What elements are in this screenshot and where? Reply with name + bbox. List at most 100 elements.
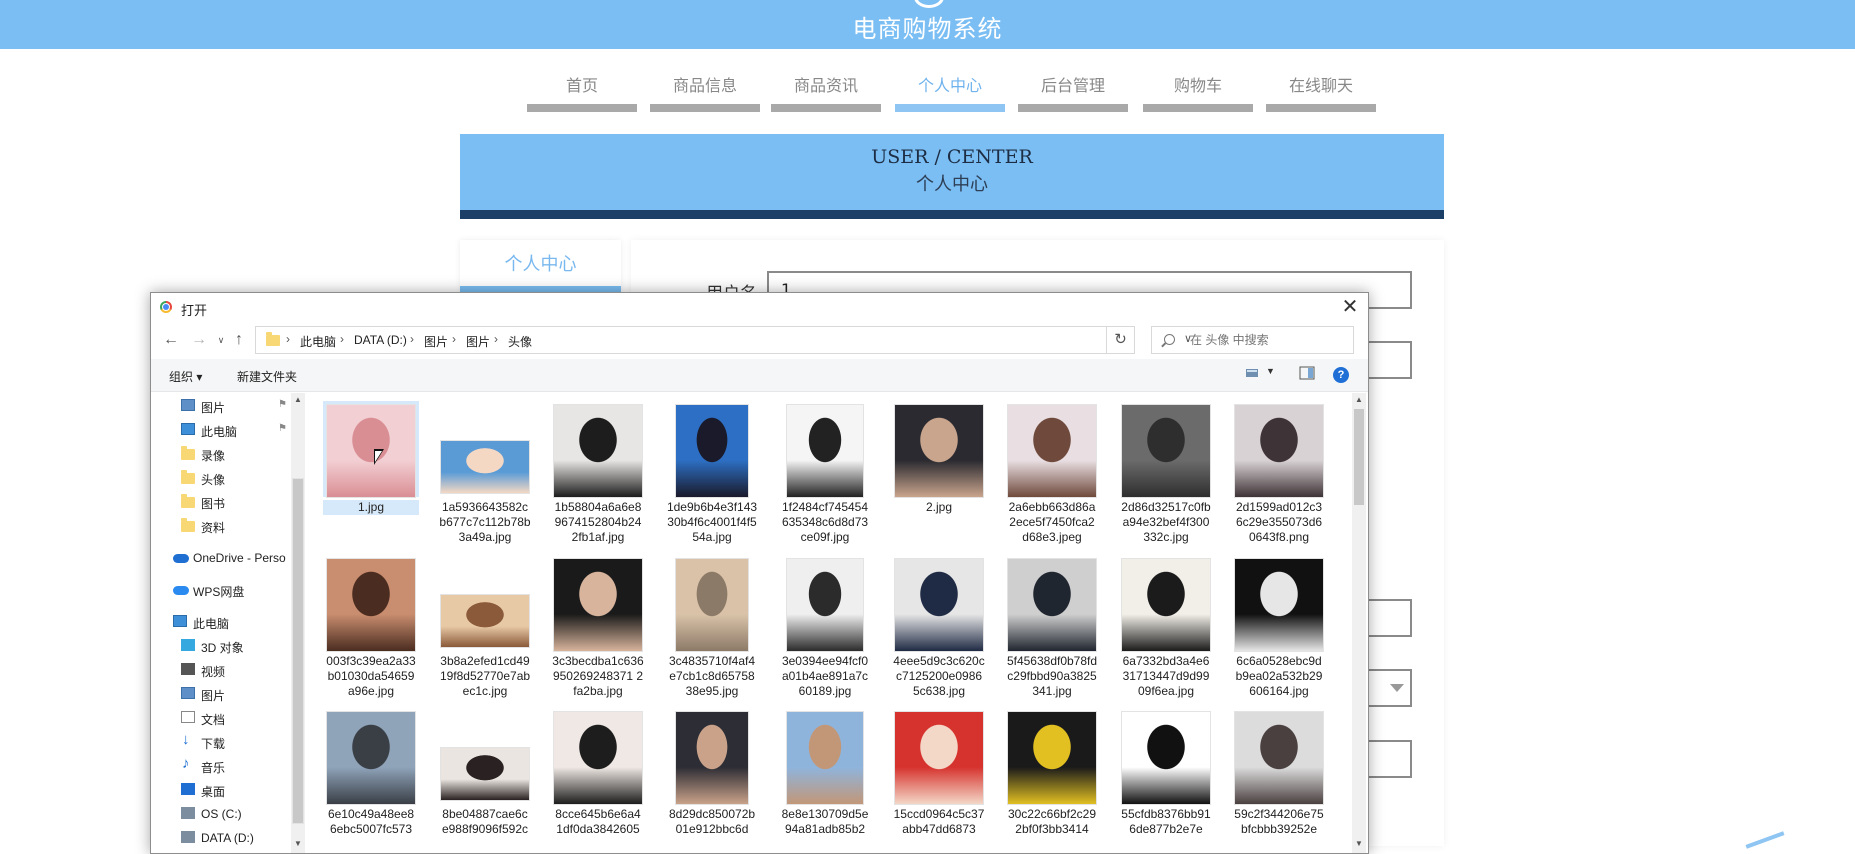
file-item[interactable]: 2d1599ad012c36c29e355073d60643f8.png	[1231, 401, 1327, 545]
scroll-down-icon[interactable]: ▼	[294, 839, 302, 848]
nav-pane-item-label: 图片	[201, 689, 226, 703]
decoration	[1745, 831, 1785, 849]
file-item[interactable]: 1a5936643582cb677c7c112b78b3a49a.jpg	[437, 401, 533, 545]
file-item[interactable]: 2.jpg	[891, 401, 987, 515]
file-item[interactable]: 15ccd0964c5c37abb47dd6873	[891, 708, 987, 837]
refresh-icon[interactable]: ↻	[1107, 326, 1135, 354]
search-box[interactable]	[1151, 326, 1354, 354]
nav-item-label: 商品资讯	[793, 76, 858, 95]
file-list-scrollbar[interactable]: ▲ ▼	[1352, 393, 1366, 853]
nav-pane-item[interactable]: 头像	[151, 467, 291, 489]
nav-pane-item[interactable]: 图片 ⚑	[151, 395, 291, 417]
image-thumbnail	[550, 401, 646, 497]
file-item[interactable]: 8d29dc850072b01e912bbc6d	[664, 708, 760, 837]
file-item[interactable]: 6e10c49a48ee86ebc5007fc573	[323, 708, 419, 837]
file-item[interactable]: 8be04887cae6ce988f9096f592c	[437, 708, 533, 837]
nav-pane-item[interactable]: 图书	[151, 491, 291, 513]
file-item[interactable]: 4eee5d9c3c620cc7125200e09865c638.jpg	[891, 555, 987, 699]
nav-pane-item[interactable]: 录像	[151, 443, 291, 465]
sidebar-item-label: 个人中心	[504, 254, 577, 275]
preview-pane-icon[interactable]	[1299, 366, 1315, 380]
file-item[interactable]: 2d86d32517c0fba94e32bef4f300332c.jpg	[1118, 401, 1214, 545]
nav-item[interactable]: 首页	[527, 68, 637, 112]
organize-button[interactable]: 组织 ▾	[169, 368, 202, 385]
picture-folder-icon	[181, 687, 195, 699]
nav-pane-scrollbar[interactable]: ▲ ▼	[291, 393, 305, 853]
file-item[interactable]: 1b58804a6a6e89674152804b242fb1af.jpg	[550, 401, 646, 545]
nav-pane-item[interactable]: WPS网盘	[151, 579, 291, 601]
file-item[interactable]: 003f3c39ea2a33b01030da54659a96e.jpg	[323, 555, 419, 699]
nav-pane-item[interactable]: 下载	[151, 731, 291, 753]
breadcrumb-item[interactable]: 头像	[508, 333, 532, 350]
file-item[interactable]: 1.jpg	[323, 401, 419, 515]
back-arrow-icon[interactable]: ←	[161, 328, 181, 352]
image-thumbnail	[1118, 401, 1214, 497]
file-item[interactable]: 3c4835710f4af4e7cb1c8d6575838e95.jpg	[664, 555, 760, 699]
nav-pane-item[interactable]: 视频	[151, 659, 291, 681]
chevron-down-icon[interactable]: ▼	[1266, 366, 1282, 380]
nav-pane-item[interactable]: 资料	[151, 515, 291, 537]
file-item[interactable]: 8cce645b6e6a41df0da3842605	[550, 708, 646, 837]
image-thumbnail	[1004, 708, 1100, 804]
file-item[interactable]: 3c3becdba1c636950269248371 2fa2ba.jpg	[550, 555, 646, 699]
scroll-down-icon[interactable]: ▼	[1355, 839, 1363, 848]
nav-item[interactable]: 个人中心	[895, 68, 1005, 112]
file-item[interactable]: 1de9b6b4e3f14330b4f6c4001f4f554a.jpg	[664, 401, 760, 545]
file-item[interactable]: 3e0394ee94fcf0a01b4ae891a7c60189.jpg	[777, 555, 873, 699]
help-icon[interactable]: ?	[1333, 367, 1349, 383]
scroll-up-icon[interactable]: ▲	[294, 395, 302, 404]
new-folder-button[interactable]: 新建文件夹	[237, 368, 297, 385]
file-item[interactable]: 1f2484cf745454635348c6d8d73ce09f.jpg	[777, 401, 873, 545]
close-button[interactable]: ✕	[1338, 295, 1362, 319]
nav-pane-item[interactable]: 图片	[151, 683, 291, 705]
file-item[interactable]: 30c22c66bf2c292bf0f3bb3414	[1004, 708, 1100, 837]
scroll-up-icon[interactable]: ▲	[1355, 395, 1363, 404]
nav-item[interactable]: 商品信息	[650, 68, 760, 112]
file-item[interactable]: 6c6a0528ebc9db9ea02a532b29606164.jpg	[1231, 555, 1327, 699]
image-thumbnail	[777, 708, 873, 804]
view-options-icon[interactable]	[1245, 366, 1261, 380]
file-item[interactable]: 2a6ebb663d86a2ece5f7450fca2d68e3.jpeg	[1004, 401, 1100, 545]
nav-underline	[1143, 104, 1253, 112]
breadcrumb-item[interactable]: 此电脑	[300, 333, 336, 350]
nav-pane-item[interactable]: 桌面	[151, 779, 291, 801]
image-thumbnail	[777, 401, 873, 497]
scrollbar-thumb[interactable]	[1354, 409, 1364, 505]
nav-item[interactable]: 后台管理	[1018, 68, 1128, 112]
scrollbar-thumb[interactable]	[293, 479, 303, 823]
nav-pane-item[interactable]: OS (C:)	[151, 803, 291, 825]
breadcrumb-item[interactable]: DATA (D:)	[354, 333, 407, 347]
image-thumbnail	[323, 555, 419, 651]
search-input[interactable]	[1190, 331, 1345, 349]
address-bar[interactable]: › 此电脑 › DATA (D:) › 图片 › 图片 › 头像 ∨	[255, 326, 1192, 354]
nav-pane-item[interactable]: 此电脑 ⚑	[151, 419, 291, 441]
nav-item[interactable]: 购物车	[1143, 68, 1253, 112]
file-item[interactable]: 6a7332bd3a4e631713447d9d9909f6ea.jpg	[1118, 555, 1214, 699]
file-item[interactable]: 8e8e130709d5e94a81adb85b2	[777, 708, 873, 837]
nav-pane-item[interactable]: 文档	[151, 707, 291, 729]
nav-pane-item-label: DATA (D:)	[201, 831, 254, 845]
banner-title-cn: 个人中心	[916, 174, 988, 195]
nav-pane-item[interactable]: 3D 对象	[151, 635, 291, 657]
nav-pane-item[interactable]: 音乐	[151, 755, 291, 777]
breadcrumb-item[interactable]: 图片	[424, 333, 448, 350]
forward-arrow-icon[interactable]: →	[189, 328, 209, 352]
nav-pane-item[interactable]: OneDrive - Perso	[151, 547, 291, 569]
address-row: ← → ∨ ↑ › 此电脑 › DATA (D:) › 图片 › 图片 › 头像…	[151, 326, 1368, 356]
computer-icon	[173, 615, 187, 627]
file-item[interactable]: 55cfdb8376bb916de877b2e7e	[1118, 708, 1214, 837]
nav-pane-item-label: 头像	[201, 473, 226, 487]
folder-icon	[181, 494, 195, 508]
image-thumbnail	[664, 401, 760, 497]
file-name: 8cce645b6e6a41df0da3842605	[555, 807, 641, 836]
file-item[interactable]: 59c2f344206e75bfcbbb39252e	[1231, 708, 1327, 837]
nav-item[interactable]: 在线聊天	[1266, 68, 1376, 112]
file-item[interactable]: 3b8a2efed1cd4919f8d52770e7abec1c.jpg	[437, 555, 533, 699]
breadcrumb-item[interactable]: 图片	[466, 333, 490, 350]
file-item[interactable]: 5f45638df0b78fdc29fbbd90a3825341.jpg	[1004, 555, 1100, 699]
sidebar-item-personal-center[interactable]: 个人中心	[460, 240, 621, 292]
up-arrow-icon[interactable]: ↑	[229, 328, 249, 352]
nav-pane-item[interactable]: 此电脑	[151, 611, 291, 633]
recent-locations-chevron-icon[interactable]: ∨	[211, 328, 231, 352]
nav-item[interactable]: 商品资讯	[771, 68, 881, 112]
